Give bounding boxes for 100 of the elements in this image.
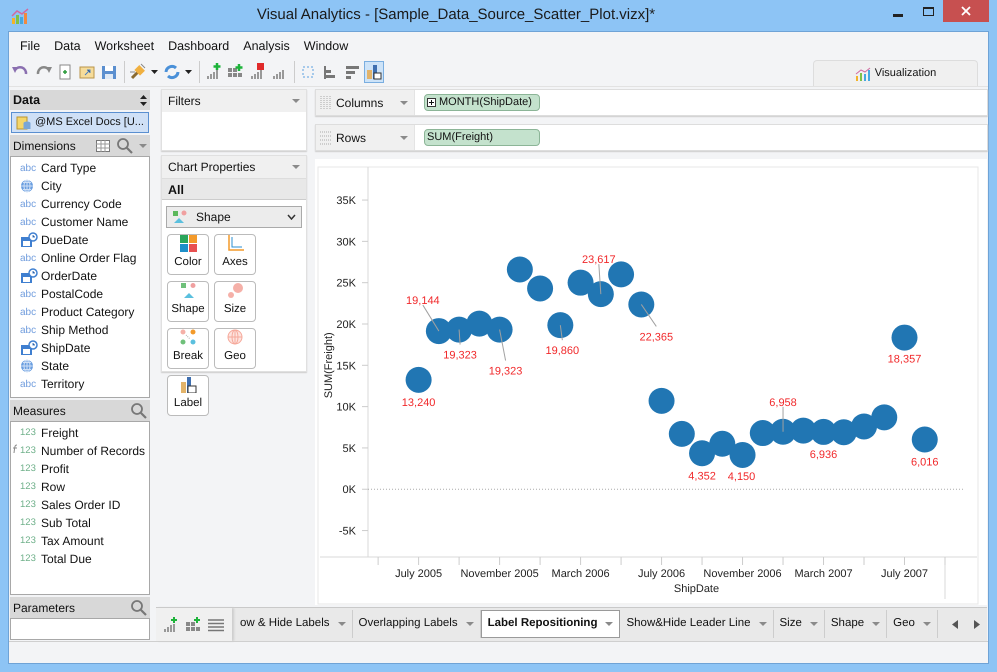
globe-icon [20,179,34,193]
field-pill[interactable]: SUM(Freight) [424,129,540,146]
field-name[interactable]: Freight [41,424,78,442]
type-label: 123 [20,552,37,566]
property-button[interactable]: Color [167,234,209,275]
field-name[interactable]: Currency Code [41,195,122,213]
menu-item[interactable]: Data [47,36,88,56]
menu-item[interactable]: Worksheet [88,36,162,56]
field-name[interactable]: Total Due [41,550,92,568]
sheet-tab[interactable]: Label Repositioning [480,610,620,638]
field-name[interactable]: Ship Method [41,321,108,339]
type-label: abc [20,378,38,392]
tick-label: 30K [336,236,356,248]
menu-item[interactable]: Window [296,36,356,56]
field-name[interactable]: Number of Records [41,442,146,460]
data-point[interactable] [871,404,898,430]
section-title: All [162,178,306,200]
tick-label: March 2006 [552,568,610,580]
minimize-icon[interactable] [893,14,903,16]
data-point[interactable] [709,430,736,457]
search-icon[interactable] [130,599,147,616]
close-button[interactable] [943,0,989,22]
field-name[interactable]: Sales Order ID [41,496,120,514]
tick-label: 0K [342,484,356,496]
leader-line [598,264,602,295]
field-name[interactable]: Product Category [41,303,134,321]
tick-label: July 2007 [880,568,928,580]
add-sheet-icon[interactable] [162,616,178,632]
data-label: 19,323 [443,350,477,362]
data-point[interactable] [506,256,533,282]
data-point[interactable] [547,312,574,338]
type-label: 123 [20,462,37,476]
data-point[interactable] [628,291,654,318]
data-point[interactable] [668,420,695,447]
data-point[interactable] [486,316,513,343]
sheet-tab[interactable]: Overlapping Labels [352,610,481,638]
plug-icon[interactable] [128,62,148,82]
axes-icon [226,234,244,252]
data-point[interactable] [892,324,918,351]
search-icon[interactable] [130,402,147,419]
data-point[interactable] [466,310,492,337]
field-name[interactable]: PostalCode [41,285,104,303]
scroll-right-icon[interactable] [974,620,980,629]
property-button[interactable]: Size [214,281,256,322]
field-name[interactable]: Card Type [41,159,96,177]
data-point[interactable] [648,388,675,414]
color-swatch-icon [180,234,196,252]
menu-item[interactable]: Analysis [236,36,297,56]
data-point[interactable] [588,281,614,308]
field-name[interactable]: DueDate [41,231,88,249]
leader-line [458,329,461,346]
data-source-item[interactable]: @MS Excel Docs [U... [11,112,149,133]
data-point[interactable] [406,366,432,393]
property-button[interactable]: Label [167,375,209,416]
menu-item[interactable]: File [13,36,48,56]
mark-type-dropdown[interactable]: Shape [166,206,302,228]
field-name[interactable]: Online Order Flag [41,249,136,267]
field-name[interactable]: State [41,357,70,375]
app-logo-icon [11,6,29,24]
data-label: 19,323 [488,366,522,378]
parameters-field[interactable] [10,618,150,640]
property-button[interactable]: Axes [214,234,256,275]
sort-icon[interactable] [140,94,147,106]
field-name[interactable]: Customer Name [41,213,128,231]
table-icon[interactable] [96,140,110,152]
menu-item[interactable]: Dashboard [161,36,236,56]
list-icon[interactable] [208,618,224,632]
data-point[interactable] [730,442,756,468]
scroll-left-icon[interactable] [952,620,958,629]
maximize-icon[interactable] [922,6,934,16]
data-point[interactable] [851,413,878,440]
search-icon[interactable] [116,137,133,154]
property-button[interactable]: Geo [214,328,256,369]
calendar-clock-icon [20,268,38,284]
data-point[interactable] [568,270,594,296]
label-icon[interactable] [365,62,383,80]
sheet-tab[interactable]: Size [774,610,825,638]
expand-icon[interactable] [427,98,436,107]
globe-icon [226,328,244,346]
field-name[interactable]: ShipDate [41,339,90,357]
field-name[interactable]: Sub Total [41,514,91,532]
field-name[interactable]: Territory [41,375,84,393]
leader-line [560,324,563,341]
field-name[interactable]: OrderDate [41,267,98,285]
add-dashboard-icon[interactable] [185,616,201,632]
field-name[interactable]: Profit [41,460,70,478]
data-point[interactable] [689,440,716,466]
view-tab[interactable]: Visualization [813,60,978,86]
field-name[interactable]: Row [41,478,66,496]
caret-icon[interactable] [185,70,192,74]
field-name[interactable]: City [41,177,62,195]
data-point[interactable] [830,419,857,446]
caret-icon[interactable] [151,70,158,74]
data-point[interactable] [912,426,938,453]
field-name[interactable]: Tax Amount [41,532,104,550]
tick-label: -5K [338,526,356,538]
field-pill[interactable]: MONTH(ShipDate) [424,94,540,111]
property-button[interactable]: Break [167,328,209,369]
property-button[interactable]: Shape [167,281,209,322]
data-point[interactable] [527,275,554,302]
